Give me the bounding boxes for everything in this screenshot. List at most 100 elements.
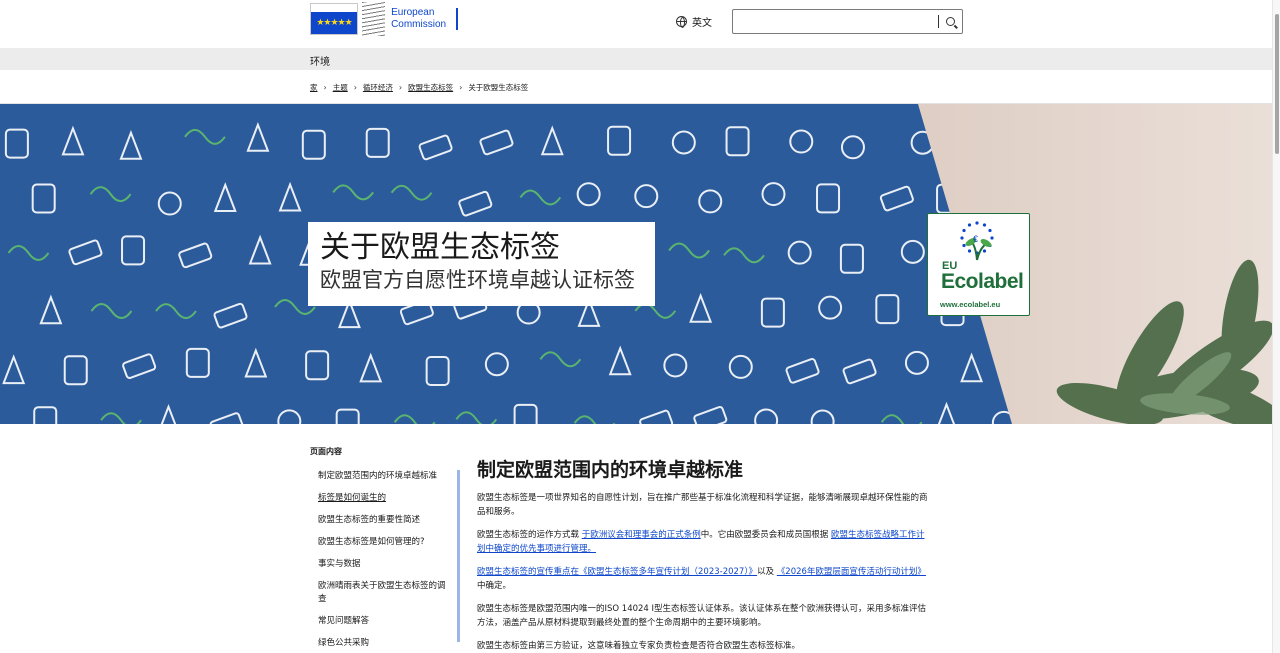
toc-item-faq[interactable]: 常见问题解答 — [310, 615, 450, 628]
hero-title: 关于欧盟生态标签 — [320, 230, 560, 265]
language-selector[interactable]: 英文 — [676, 14, 712, 29]
search-icon — [945, 17, 955, 26]
pattern-shape — [816, 183, 841, 214]
pattern-shape — [540, 125, 564, 156]
pattern-shape — [576, 182, 601, 207]
pattern-shape — [458, 190, 493, 217]
pattern-shape — [519, 189, 562, 206]
pattern-shape — [840, 135, 865, 160]
ecolabel-name: Ecolabel — [941, 270, 1024, 293]
toc-heading: 页面内容 — [310, 447, 342, 456]
pattern-shape — [479, 129, 514, 156]
toc-item-importance[interactable]: 欧盟生态标签的重要性简述 — [310, 514, 450, 527]
pattern-shape — [668, 242, 710, 259]
toc-list: 制定欧盟范围内的环境卓越标准 标签是如何诞生的 欧盟生态标签的重要性简述 欧盟生… — [310, 470, 460, 653]
pattern-shape — [608, 345, 632, 376]
globe-icon — [676, 16, 687, 28]
pattern-shape — [89, 186, 132, 203]
star-dot — [982, 249, 987, 253]
breadcrumb-circular-economy[interactable]: 循环经济 — [363, 82, 393, 93]
logo-line-2: Commission — [391, 19, 447, 30]
paragraph-verification: 欧盟生态标签由第三方验证，这意味着独立专家负责检查是否符合欧盟生态标签标准。 — [477, 641, 801, 651]
pattern-shape — [365, 127, 390, 158]
communication-plan-link[interactable]: 欧盟生态标签的宣传重点在《欧盟生态标签多年宣传计划（2023-2027）》 — [477, 567, 757, 577]
pattern-shape — [689, 292, 713, 323]
pattern-shape — [213, 302, 248, 329]
pattern-shape — [209, 412, 244, 424]
page-scrollbar[interactable] — [1272, 0, 1280, 653]
star-dot — [982, 223, 987, 227]
breadcrumb-topics[interactable]: 主题 — [333, 82, 348, 93]
star-dot — [967, 223, 972, 227]
toc-item-origin[interactable]: 标签是如何诞生的 — [310, 492, 450, 505]
star-dot — [975, 221, 979, 225]
pattern-shape — [418, 134, 453, 161]
action-plan-link[interactable]: 《2026年欧盟层面宣传活动行动计划》 — [777, 567, 926, 577]
pattern-shape — [359, 352, 383, 383]
scrollbar-thumb[interactable] — [1275, 14, 1279, 154]
pattern-shape — [31, 183, 56, 214]
pattern-shape — [785, 358, 820, 384]
breadcrumb-home[interactable]: 家 — [310, 82, 318, 93]
ecolabel-url: www.ecolabel.eu — [940, 300, 1001, 309]
search-input[interactable] — [733, 10, 933, 33]
logo-line-1: European — [391, 7, 435, 18]
paragraph-intro: 欧盟生态标签是一项世界知名的自愿性计划，旨在推广那些基于标准化流程和科学证据，能… — [477, 493, 928, 517]
pattern-shape — [277, 409, 302, 424]
breadcrumb: 家 › 主题 › 循环经济 › 欧盟生态标签 › 关于欧盟生态标签 — [310, 82, 528, 93]
paragraph-iso: 欧盟生态标签是欧盟范围内唯一的ISO 14024 I型生态标签认证体系。该认证体… — [477, 604, 927, 628]
pattern-shape — [185, 347, 210, 378]
toc-item-standards[interactable]: 制定欧盟范围内的环境卓越标准 — [310, 470, 450, 483]
main-content: 制定欧盟范围内的环境卓越标准 欧盟生态标签是一项世界知名的自愿性计划，旨在推广那… — [477, 458, 929, 653]
logo-text: European Commission — [391, 7, 446, 31]
regulation-link[interactable]: 于欧洲议会和理事会的正式条例 — [582, 530, 701, 540]
language-label: 英文 — [692, 18, 712, 29]
search-box — [732, 9, 963, 34]
pattern-shape — [634, 184, 659, 209]
chevron-right-icon: › — [398, 83, 403, 92]
pattern-shape — [960, 352, 984, 383]
pattern-shape — [839, 243, 864, 274]
hero-subtitle: 欧盟官方自愿性环境卓越认证标签 — [320, 268, 635, 292]
european-commission-logo[interactable]: ★★★★★ European Commission — [310, 2, 458, 36]
search-button[interactable] — [938, 10, 962, 33]
chevron-right-icon: › — [323, 83, 327, 92]
pattern-shape — [119, 130, 143, 160]
site-header: ★★★★★ European Commission 英文 — [0, 0, 1272, 48]
pattern-shape — [728, 354, 753, 379]
toc-item-management[interactable]: 欧盟生态标签是如何管理的? — [310, 536, 450, 549]
pattern-shape — [393, 414, 436, 424]
toc-item-facts[interactable]: 事实与数据 — [310, 558, 450, 571]
pattern-shape — [693, 406, 728, 424]
pattern-shape — [68, 239, 103, 266]
pattern-shape — [842, 358, 877, 385]
star-dot — [962, 228, 966, 233]
pattern-shape — [607, 125, 632, 156]
pattern-shape — [879, 185, 914, 212]
pattern-shape — [875, 294, 900, 325]
breadcrumb-ecolabel[interactable]: 欧盟生态标签 — [408, 82, 453, 93]
pattern-shape — [455, 411, 498, 424]
pattern-shape — [484, 352, 509, 377]
pattern-shape — [539, 351, 582, 368]
star-dot — [967, 249, 972, 253]
site-name[interactable]: 环境 — [310, 53, 330, 68]
paragraph-text: 欧盟生态标签的运作方式载 — [477, 530, 582, 540]
hero-banner: 关于欧盟生态标签 欧盟官方自愿性环境卓越认证标签 € EU Ecolabel w… — [0, 104, 1272, 424]
toc-item-green-procurement[interactable]: 绿色公共采购 — [310, 637, 450, 650]
logo-divider — [456, 8, 458, 30]
pattern-shape — [4, 128, 29, 159]
pattern-shape — [248, 234, 272, 265]
toc-item-eurobarometer[interactable]: 欧洲晴雨表关于欧盟生态标签的调查 — [310, 580, 450, 606]
pattern-shape — [904, 350, 929, 375]
pattern-shape — [157, 191, 182, 216]
breadcrumb-current: 关于欧盟生态标签 — [468, 83, 529, 92]
pattern-shape — [7, 244, 50, 261]
berlaymont-icon — [362, 2, 386, 36]
pattern-shape — [278, 181, 302, 212]
pattern-shape — [184, 128, 226, 145]
ecolabel-flower-icon: € — [960, 221, 994, 261]
pattern-shape — [725, 126, 750, 157]
pattern-shape — [335, 408, 360, 424]
pattern-shape — [754, 408, 779, 424]
